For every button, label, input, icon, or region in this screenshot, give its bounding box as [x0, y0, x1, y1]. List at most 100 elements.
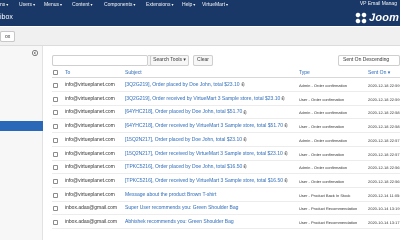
email-type: User - Order confirmation	[299, 151, 345, 157]
subject-text: [64YHC218], Order received by VirtueMart…	[125, 123, 284, 130]
sidebar	[0, 46, 43, 240]
subject-text: [3Q2G219], Order placed by Doe John, tot…	[125, 82, 240, 88]
table-row: info@virtueplanet.com [TPKC5216], Order p…	[52, 161, 400, 175]
sort-select[interactable]: Sent On Descending	[338, 55, 400, 66]
subject-link[interactable]: [64YHC218], Order received by VirtueMart…	[125, 123, 288, 130]
email-type: User - Product Recommendation	[299, 220, 358, 225]
subject-text: [64YHC218], Order placed by Doe John, to…	[125, 109, 243, 116]
row-checkbox[interactable]	[53, 192, 58, 198]
row-checkbox[interactable]	[53, 178, 58, 184]
subject-link[interactable]: [3Q2G219], Order received by VirtueMart …	[125, 96, 285, 103]
subject-text: [15Q2N217], Order received by VirtueMart…	[125, 150, 283, 157]
recipient-email: info@virtueplanet.com	[65, 150, 115, 157]
sent-on-date: 2020-12-14 11:05:20	[368, 192, 400, 198]
email-type: User - Order confirmation	[299, 178, 345, 184]
recipient-email: info@virtueplanet.com	[65, 82, 115, 88]
paperclip-icon	[244, 164, 247, 169]
recipient-email: info@virtueplanet.com	[65, 164, 115, 171]
email-type: User - Order confirmation	[299, 124, 345, 130]
subject-link[interactable]: [64YHC218], Order placed by Doe John, to…	[125, 109, 247, 116]
subject-link[interactable]: [TPKC5216], Order received by VirtueMart…	[125, 178, 288, 185]
row-checkbox[interactable]	[53, 206, 58, 212]
email-type: User - Product Back In Stock	[299, 192, 351, 198]
sent-on-date: 2020-12-18 22:58:12	[368, 110, 400, 116]
sent-on-date: 2020-12-18 22:57:15	[368, 151, 400, 157]
subject-link[interactable]: Message about the product Brown T-shirt	[125, 192, 216, 199]
table-row: info@virtueplanet.com [64YHC218], Order p…	[52, 106, 400, 120]
email-type: Admin - Order confirmation	[299, 110, 348, 116]
row-checkbox[interactable]	[53, 151, 58, 157]
table-row: info@virtueplanet.com [15Q2N217], Order p…	[52, 134, 400, 147]
subject-link[interactable]: [TPKC5216], Order placed by Doe John, to…	[125, 164, 247, 171]
joomla-logo-text: Joom	[369, 12, 400, 24]
recipient-email: info@virtueplanet.com	[65, 191, 115, 198]
recipient-email: info@virtueplanet.com	[65, 123, 115, 130]
email-type: Admin - Order confirmation	[299, 165, 348, 171]
row-checkbox[interactable]	[53, 220, 58, 225]
subject-link[interactable]: [15Q2N217], Order received by VirtueMart…	[125, 151, 288, 158]
sent-on-date: 2020-12-18 22:57:15	[368, 137, 400, 143]
subject-text: Message about the product Brown T-shirt	[125, 191, 217, 198]
toolbar: ox	[0, 27, 400, 46]
column-type[interactable]: Type	[299, 69, 310, 77]
table-row: info@virtueplanet.com [3Q2G219], Order re…	[52, 93, 400, 106]
search-input[interactable]	[52, 55, 148, 66]
paperclip-icon	[284, 150, 288, 156]
sent-on-date: 2020-12-18 22:58:12	[368, 124, 400, 130]
subject-text: [15Q2N217], Order placed by Doe John, to…	[125, 136, 243, 143]
component-title-link[interactable]: VP Email Manag	[360, 0, 397, 9]
sent-on-date: 2020-12-18 22:59:47	[368, 96, 400, 102]
row-checkbox[interactable]	[53, 96, 58, 102]
recipient-email: info@virtueplanet.com	[65, 177, 115, 184]
page-title-bar: ibox	[0, 9, 400, 26]
admin-top-menu: ns▾ Users▾ Menus▾ Content▾ Components▾ E…	[0, 0, 400, 9]
collapse-sidebar-icon[interactable]	[32, 50, 38, 56]
inbox-button[interactable]: ox	[0, 31, 16, 42]
column-to[interactable]: To	[65, 69, 70, 77]
subject-text: Super User recommends you: Green Shoulde…	[125, 205, 239, 212]
row-checkbox[interactable]	[53, 137, 58, 143]
clear-button[interactable]: Clear	[193, 55, 213, 66]
column-subject[interactable]: Subject	[125, 69, 142, 77]
paperclip-icon	[282, 96, 285, 101]
sidebar-item-active[interactable]	[0, 121, 43, 131]
recipient-email: info@virtueplanet.com	[65, 109, 115, 116]
table-row: info@virtueplanet.com [64YHC218], Order r…	[52, 120, 400, 134]
table-row: inbox.adas@gmail.com Abhishek recommends …	[52, 216, 400, 229]
table-row: info@virtueplanet.com Message about the p…	[52, 189, 400, 202]
row-checkbox[interactable]	[53, 110, 58, 116]
joomla-logo-icon	[355, 12, 367, 24]
row-checkbox[interactable]	[53, 83, 58, 88]
table-header: To Subject Type Sent On ▾	[52, 68, 400, 78]
subject-text: [TPKC5216], Order received by VirtueMart…	[125, 177, 284, 184]
sent-on-date: 2020-12-18 22:56:02	[368, 165, 400, 171]
subject-text: [TPKC5216], Order placed by Doe John, to…	[125, 164, 243, 171]
email-type: Admin - Order confirmation	[299, 83, 348, 88]
email-type: Admin - Order confirmation	[299, 137, 348, 143]
row-checkbox[interactable]	[53, 124, 58, 130]
recipient-email: info@virtueplanet.com	[65, 136, 115, 143]
paperclip-icon	[243, 137, 247, 142]
paperclip-icon	[284, 178, 288, 183]
sent-on-date: 2020-10-14 13:17:44	[368, 220, 400, 225]
subject-link[interactable]: [3Q2G219], Order placed by Doe John, tot…	[125, 82, 245, 89]
table-row: info@virtueplanet.com [3Q2G219], Order pl…	[52, 79, 400, 92]
select-all-checkbox[interactable]	[53, 70, 58, 75]
table-row: info@virtueplanet.com [TPKC5216], Order r…	[52, 175, 400, 188]
email-type: User - Order confirmation	[299, 96, 345, 102]
subject-link[interactable]: [15Q2N217], Order placed by Doe John, to…	[125, 137, 247, 144]
subject-link[interactable]: Abhishek recommends you: Green Shoulder …	[125, 219, 234, 226]
sent-on-date: 2020-10-14 13:19:38	[368, 206, 400, 212]
subject-text: Abhishek recommends you: Green Shoulder …	[125, 219, 234, 225]
paperclip-icon	[241, 82, 244, 87]
subject-text: [3Q2G219], Order received by VirtueMart …	[125, 95, 281, 102]
column-sent-on[interactable]: Sent On ▾	[368, 69, 390, 77]
subject-link[interactable]: Super User recommends you: Green Shoulde…	[125, 205, 238, 212]
search-tools-button[interactable]: Search Tools ▾	[150, 55, 189, 66]
table-row: info@virtueplanet.com [15Q2N217], Order r…	[52, 148, 400, 161]
row-checkbox[interactable]	[53, 165, 58, 171]
paperclip-icon	[244, 109, 247, 115]
sent-on-date: 2020-12-18 22:56:02	[368, 178, 400, 184]
table-row: inbox.adas@gmail.com Super User recommend…	[52, 202, 400, 216]
recipient-email: inbox.adas@gmail.com	[65, 219, 118, 225]
